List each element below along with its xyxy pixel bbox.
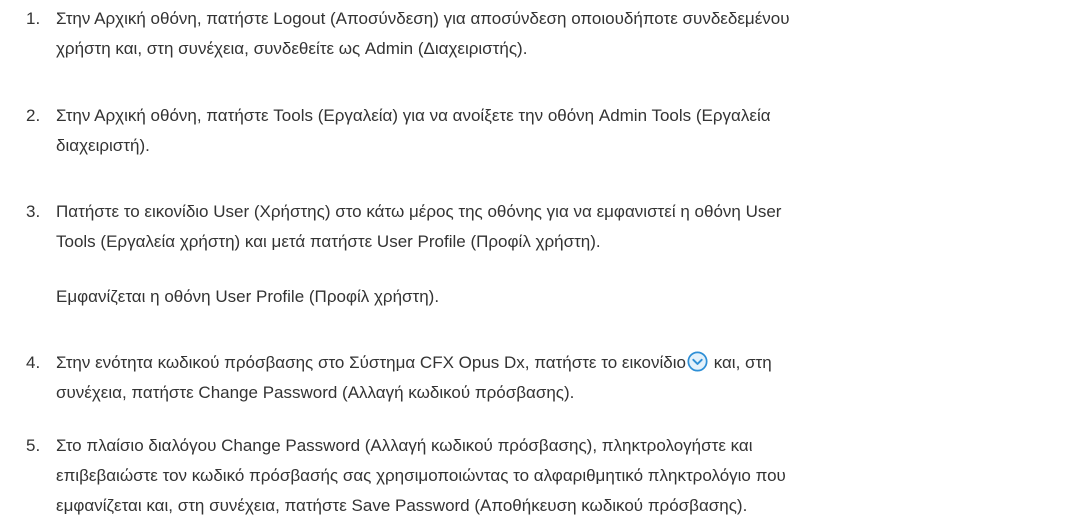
step-line: διαχειριστή). [56, 136, 150, 155]
step-line: Στην Αρχική οθόνη, πατήστε Logout (Αποσύ… [56, 9, 790, 28]
step-text-after-icon: και, στη [713, 353, 772, 372]
step-text-before-icon: Στην ενότητα κωδικού πρόσβασης στο Σύστη… [56, 353, 686, 372]
step-text: Στην ενότητα κωδικού πρόσβασης στο Σύστη… [56, 348, 1081, 408]
step-note: Εμφανίζεται η οθόνη User Profile (Προφίλ… [56, 287, 440, 306]
step-line: Στο πλαίσιο διαλόγου Change Password (Αλ… [56, 436, 753, 455]
step-line: επιβεβαιώστε τον κωδικό πρόσβασής σας χρ… [56, 466, 786, 485]
step-line: συνέχεια, πατήστε Change Password (Αλλαγ… [56, 383, 575, 402]
step-number: 4. [26, 353, 41, 372]
step-line: χρήστη και, στη συνέχεια, συνδεθείτε ως … [56, 39, 528, 58]
step-line: Tools (Εργαλεία χρήστη) και μετά πατήστε… [56, 232, 601, 251]
step-line: εμφανίζεται και, στη συνέχεια, πατήστε S… [56, 496, 748, 515]
chevron-down-circle-icon [687, 351, 708, 372]
step-text: Στην Αρχική οθόνη, πατήστε Logout (Αποσύ… [56, 4, 1081, 64]
step-number: 3. [26, 202, 41, 221]
step-number: 1. [26, 9, 41, 28]
step-text: Πατήστε το εικονίδιο User (Χρήστης) στο … [56, 197, 1081, 257]
step-number: 5. [26, 436, 41, 455]
step-number: 2. [26, 106, 41, 125]
instruction-document: 1. Στην Αρχική οθόνη, πατήστε Logout (Απ… [0, 0, 1088, 524]
step-text: Στην Αρχική οθόνη, πατήστε Tools (Εργαλε… [56, 101, 1081, 161]
step-line: Στην Αρχική οθόνη, πατήστε Tools (Εργαλε… [56, 106, 771, 125]
step-line: Πατήστε το εικονίδιο User (Χρήστης) στο … [56, 202, 782, 221]
step-text: Στο πλαίσιο διαλόγου Change Password (Αλ… [56, 431, 1081, 521]
step-line: Στην ενότητα κωδικού πρόσβασης στο Σύστη… [56, 348, 1081, 378]
